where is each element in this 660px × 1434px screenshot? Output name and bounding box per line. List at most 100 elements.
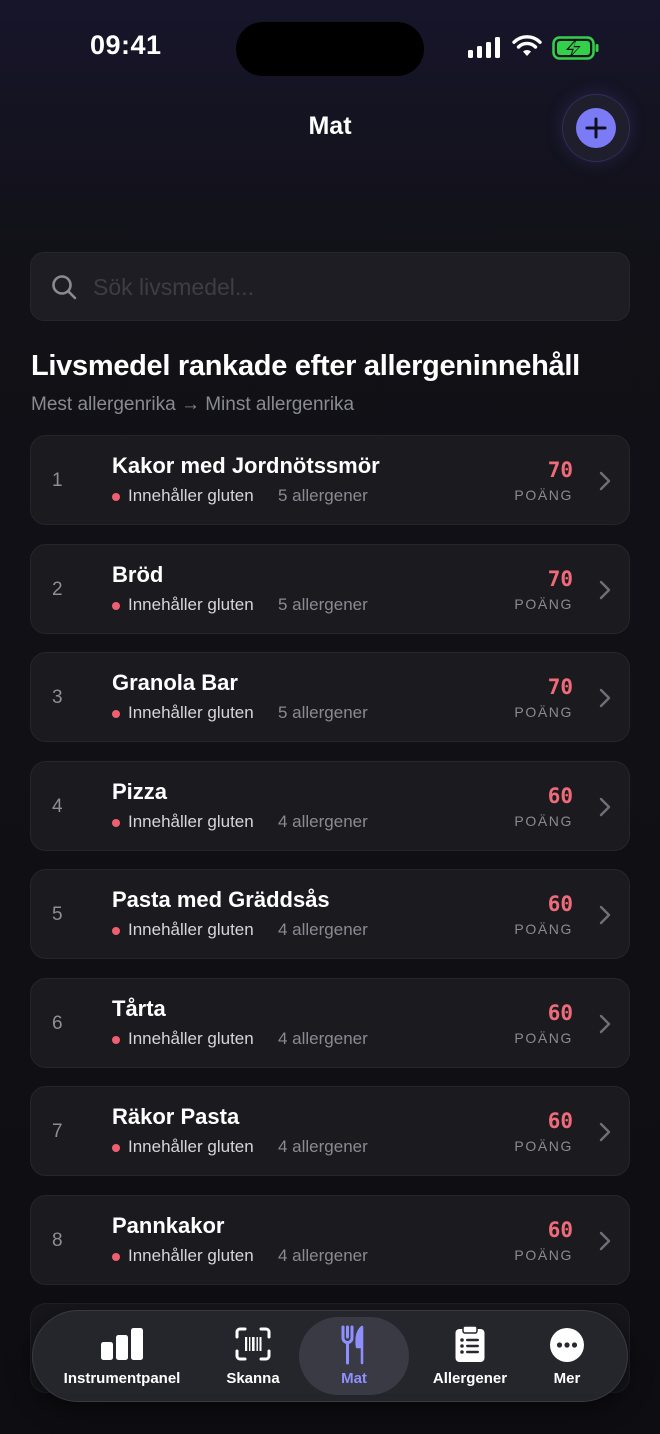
allergen-count: 4 allergener (278, 1137, 368, 1156)
rank-number: 3 (52, 687, 63, 708)
tab-label: Mat (341, 1370, 367, 1387)
allergen-count: 5 allergener (278, 594, 368, 614)
rank-number: 5 (52, 904, 63, 925)
more-ellipsis-icon (550, 1328, 584, 1362)
search-icon (52, 275, 77, 300)
food-list: 1 Kakor med Jordnötssmör Innehåller glut… (30, 435, 630, 1303)
gluten-warning-dot (112, 1035, 120, 1044)
score-label: POÄNG (514, 921, 573, 937)
wifi-icon (512, 35, 542, 56)
food-name: Pasta med Gräddsås (112, 887, 330, 912)
allergen-score: 60 (547, 783, 573, 808)
gluten-warning-dot (112, 818, 120, 827)
food-name: Räkor Pasta (112, 1104, 240, 1129)
chevron-right-icon (599, 580, 611, 599)
tab-mat[interactable]: Mat (299, 1311, 409, 1401)
section-title: Livsmedel rankade efter allergeninnehåll (31, 350, 580, 382)
gluten-warning-dot (112, 710, 120, 718)
chevron-right-icon (599, 797, 611, 816)
search-bar (30, 252, 630, 322)
tab-label: Skanna (226, 1370, 280, 1387)
gluten-tag: Innehåller gluten (128, 920, 254, 939)
food-row[interactable]: 1 Kakor med Jordnötssmör Innehåller glut… (30, 435, 630, 525)
barcode-scan-icon (235, 1327, 271, 1361)
chevron-right-icon (599, 905, 611, 925)
chevron-right-icon (599, 1231, 611, 1250)
allergen-score: 70 (547, 458, 573, 482)
rank-number: 4 (52, 795, 63, 817)
gluten-tag: Innehåller gluten (128, 811, 254, 831)
chevron-right-icon (599, 471, 611, 491)
allergen-score: 60 (547, 1000, 573, 1025)
dynamic-island (236, 22, 424, 76)
tab-bar: Instrumentpanel Skanna Mat Allergener Me… (32, 1310, 628, 1402)
plus-icon (585, 117, 607, 139)
food-row[interactable]: 5 Pasta med Gräddsås Innehåller gluten 4… (30, 869, 630, 959)
tab-instrumentpanel[interactable]: Instrumentpanel (47, 1311, 197, 1401)
allergen-score: 60 (547, 1109, 573, 1133)
gluten-tag: Innehåller gluten (128, 1137, 254, 1156)
allergen-score: 60 (547, 1217, 573, 1242)
food-row[interactable]: 7 Räkor Pasta Innehåller gluten 4 allerg… (30, 1086, 630, 1176)
gluten-tag: Innehåller gluten (128, 1245, 254, 1265)
rank-number: 8 (52, 1229, 63, 1251)
food-row[interactable]: 2 Bröd Innehåller gluten 5 allergener 70… (30, 543, 630, 634)
tab-label: Instrumentpanel (63, 1370, 181, 1387)
tab-label: Allergener (432, 1370, 508, 1387)
allergen-score: 60 (547, 892, 573, 916)
food-row[interactable]: 3 Granola Bar Innehåller gluten 5 allerg… (30, 652, 630, 742)
add-food-button[interactable] (563, 95, 629, 161)
gluten-warning-dot (112, 493, 120, 501)
tab-mer[interactable]: Mer (529, 1311, 605, 1401)
fork-knife-icon (341, 1325, 364, 1365)
page-title: Mat (308, 112, 352, 140)
score-label: POÄNG (514, 704, 573, 720)
gluten-tag: Innehåller gluten (128, 594, 254, 614)
bar-chart-icon (101, 1328, 143, 1360)
chevron-right-icon (599, 1122, 611, 1142)
tab-allergener[interactable]: Allergener (413, 1311, 527, 1401)
rank-number: 7 (52, 1121, 63, 1142)
allergen-count: 5 allergener (278, 486, 368, 505)
food-row[interactable]: 6 Tårta Innehåller gluten 4 allergener 6… (30, 977, 630, 1068)
food-row[interactable]: 4 Pizza Innehåller gluten 4 allergener 6… (30, 760, 630, 851)
allergen-count: 5 allergener (278, 703, 368, 722)
food-name: Kakor med Jordnötssmör (112, 453, 380, 478)
gluten-warning-dot (112, 1252, 120, 1261)
score-label: POÄNG (514, 487, 573, 503)
score-label: POÄNG (514, 1138, 573, 1154)
gluten-warning-dot (112, 927, 120, 935)
gluten-tag: Innehåller gluten (128, 703, 254, 722)
status-bar: 09:41 (0, 0, 660, 96)
rank-number: 2 (52, 578, 63, 600)
rank-number: 6 (52, 1012, 63, 1034)
tab-skanna[interactable]: Skanna (201, 1311, 305, 1401)
tab-label: Mer (553, 1370, 581, 1387)
gluten-warning-dot (112, 1144, 120, 1152)
food-row[interactable]: 8 Pannkakor Innehåller gluten 4 allergen… (30, 1194, 630, 1285)
chevron-right-icon (599, 1014, 611, 1033)
gluten-tag: Innehåller gluten (128, 1028, 254, 1048)
food-name: Bröd (112, 561, 164, 587)
gluten-warning-dot (112, 601, 120, 610)
allergen-score: 70 (547, 566, 573, 591)
allergen-count: 4 allergener (278, 920, 368, 939)
food-name: Tårta (112, 995, 166, 1021)
score-label: POÄNG (514, 595, 573, 612)
food-name: Granola Bar (112, 670, 238, 695)
section-subtitle: Mest allergenrika → Minst allergenrika (31, 394, 355, 415)
battery-charging-icon (552, 36, 599, 60)
rank-number: 1 (52, 470, 63, 491)
cellular-signal-icon (468, 36, 500, 58)
score-label: POÄNG (514, 1246, 573, 1263)
allergen-score: 70 (547, 675, 573, 699)
score-label: POÄNG (514, 812, 573, 829)
search-input[interactable] (91, 253, 615, 322)
allergen-count: 4 allergener (278, 811, 368, 831)
status-time: 09:41 (90, 30, 162, 60)
food-name: Pannkakor (112, 1212, 225, 1238)
chevron-right-icon (599, 688, 611, 708)
allergen-count: 4 allergener (278, 1028, 368, 1048)
score-label: POÄNG (514, 1029, 573, 1046)
clipboard-list-icon (455, 1325, 485, 1362)
